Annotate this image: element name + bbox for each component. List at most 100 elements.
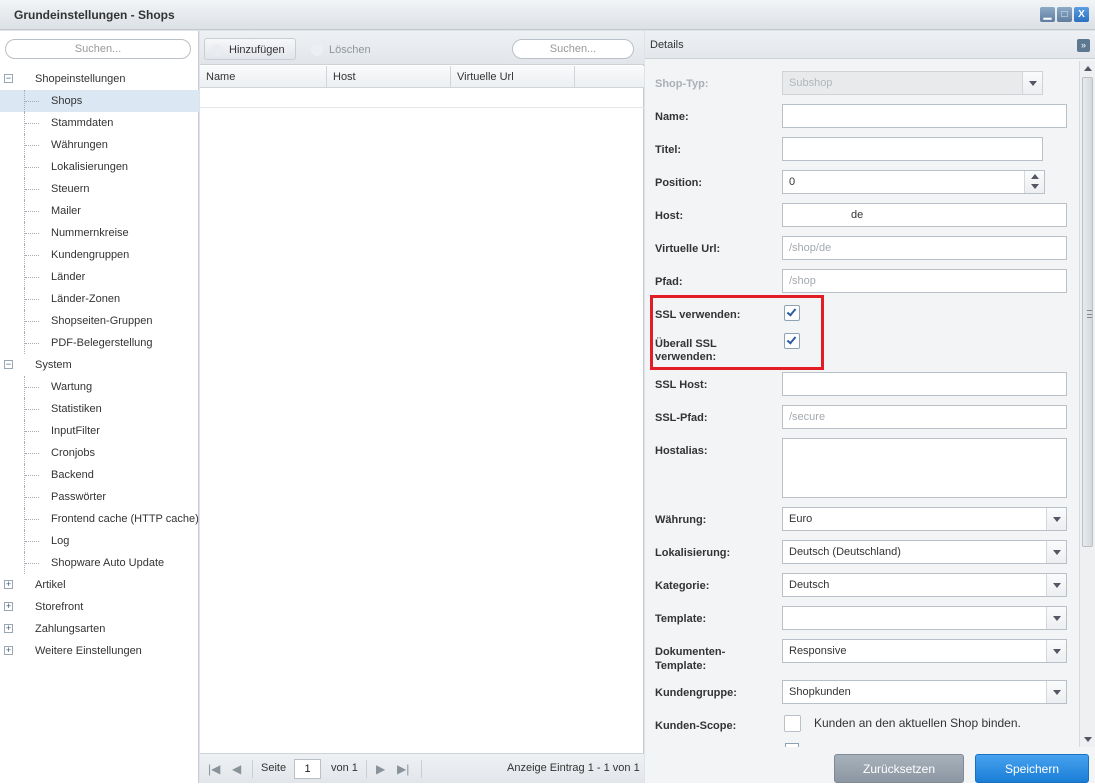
ssl-host-field[interactable] — [782, 372, 1067, 396]
scroll-up-icon[interactable] — [1084, 66, 1092, 71]
tree-item-label: Backend — [51, 469, 94, 481]
host-field[interactable]: de — [782, 203, 1067, 227]
expand-icon[interactable]: + — [4, 580, 13, 589]
currency-select[interactable]: Euro — [782, 507, 1067, 531]
position-stepper[interactable]: 0 — [782, 170, 1045, 194]
tree-item[interactable]: Shops — [0, 90, 199, 112]
tree-item[interactable]: Lokalisierungen — [0, 156, 199, 178]
customer-group-select[interactable]: Shopkunden — [782, 680, 1067, 704]
page-number-input[interactable]: 1 — [294, 759, 321, 779]
customer-scope-label: Kunden-Scope: — [655, 720, 737, 732]
name-field[interactable] — [782, 104, 1067, 128]
tree-item[interactable]: Länder — [0, 266, 199, 288]
tree-item[interactable]: InputFilter — [0, 420, 199, 442]
tree-connector — [24, 376, 44, 398]
tree-group[interactable]: + Storefront — [0, 596, 199, 618]
tree-item[interactable]: PDF-Belegerstellung — [0, 332, 199, 354]
add-button[interactable]: Hinzufügen — [204, 38, 296, 60]
doc-template-select[interactable]: Responsive — [782, 639, 1067, 663]
tree-search-input[interactable]: Suchen... — [5, 39, 191, 59]
chevron-down-icon[interactable] — [1046, 640, 1066, 662]
close-icon[interactable]: X — [1074, 7, 1089, 22]
grid-header: Name Host Virtuelle Url — [200, 66, 644, 88]
table-row[interactable] — [200, 88, 644, 108]
tree-group[interactable]: + Artikel — [0, 574, 199, 596]
tree-item-label: Weitere Einstellungen — [35, 645, 142, 657]
tree-group[interactable]: + Weitere Einstellungen — [0, 640, 199, 662]
tree-item[interactable]: Shopseiten-Gruppen — [0, 310, 199, 332]
collapse-icon[interactable]: − — [4, 74, 13, 83]
tree-connector — [24, 398, 44, 420]
tree-item[interactable]: Log — [0, 530, 199, 552]
chevron-down-icon[interactable] — [1046, 607, 1066, 629]
window-title: Grundeinstellungen - Shops — [14, 8, 175, 22]
hostalias-textarea[interactable] — [782, 438, 1067, 498]
tree-item-label: InputFilter — [51, 425, 100, 437]
delete-button[interactable]: Löschen — [304, 38, 382, 60]
customer-scope-checkbox[interactable] — [784, 715, 801, 732]
chevron-down-icon[interactable] — [1046, 541, 1066, 563]
tree-item[interactable]: Frontend cache (HTTP cache) — [0, 508, 199, 530]
details-panel: Details » Shop-Typ: Subshop Name: Titel:… — [645, 31, 1095, 783]
reset-button[interactable]: Zurücksetzen — [834, 754, 964, 783]
tree-item[interactable]: Stammdaten — [0, 112, 199, 134]
path-field[interactable]: /shop — [782, 269, 1067, 293]
tree-item[interactable]: Cronjobs — [0, 442, 199, 464]
expand-icon[interactable]: + — [4, 602, 13, 611]
collapse-icon[interactable]: » — [1077, 39, 1090, 52]
expand-icon[interactable]: + — [4, 646, 13, 655]
scrollbar-thumb[interactable] — [1082, 77, 1093, 547]
scroll-down-icon[interactable] — [1084, 737, 1092, 742]
details-title: Details — [650, 39, 684, 51]
delete-icon — [311, 44, 323, 56]
chevron-down-icon[interactable] — [1046, 574, 1066, 596]
column-header-name[interactable]: Name — [200, 66, 327, 88]
currency-value: Euro — [789, 513, 813, 525]
tree-item[interactable]: Backend — [0, 464, 199, 486]
template-select[interactable] — [782, 606, 1067, 630]
tree-item[interactable]: Passwörter — [0, 486, 199, 508]
locale-select[interactable]: Deutsch (Deutschland) — [782, 540, 1067, 564]
ssl-path-field[interactable]: /secure — [782, 405, 1067, 429]
tree-item-label: Nummernkreise — [51, 227, 129, 239]
virtual-url-field[interactable]: /shop/de — [782, 236, 1067, 260]
minimize-icon[interactable]: ▁ — [1040, 7, 1055, 22]
stepper-arrows-icon[interactable] — [1024, 171, 1044, 193]
details-scrollbar[interactable] — [1079, 61, 1095, 747]
last-page-icon[interactable]: ▶| — [397, 762, 409, 776]
tree-group[interactable]: − System — [0, 354, 199, 376]
save-button[interactable]: Speichern — [975, 754, 1089, 783]
tree-item[interactable]: Statistiken — [0, 398, 199, 420]
tree-item[interactable]: Länder-Zonen — [0, 288, 199, 310]
window-titlebar[interactable]: Grundeinstellungen - Shops ▁ □ X — [0, 0, 1095, 30]
tree-item-label: Passwörter — [51, 491, 107, 503]
tree-item[interactable]: Kundengruppen — [0, 244, 199, 266]
column-header-host[interactable]: Host — [327, 66, 451, 88]
column-header-virtual-url[interactable]: Virtuelle Url — [451, 66, 575, 88]
collapse-icon[interactable]: − — [4, 360, 13, 369]
tree-group[interactable]: − Shopeinstellungen — [0, 68, 199, 90]
ssl-path-label: SSL-Pfad: — [655, 412, 708, 424]
chevron-down-icon[interactable] — [1046, 681, 1066, 703]
tree-item-label: Länder-Zonen — [51, 293, 121, 305]
chevron-down-icon[interactable] — [1046, 508, 1066, 530]
first-page-icon[interactable]: |◀ — [208, 762, 220, 776]
tree-group[interactable]: + Zahlungsarten — [0, 618, 199, 640]
title-field[interactable] — [782, 137, 1043, 161]
tree-item[interactable]: Steuern — [0, 178, 199, 200]
tree-item[interactable]: Währungen — [0, 134, 199, 156]
grid-pager: |◀ ◀ Seite 1 von 1 ▶ ▶| Anzeige Eintrag … — [200, 753, 644, 783]
tree-item[interactable]: Mailer — [0, 200, 199, 222]
tree-item[interactable]: Nummernkreise — [0, 222, 199, 244]
maximize-icon[interactable]: □ — [1057, 7, 1072, 22]
grid-search-input[interactable]: Suchen... — [512, 39, 634, 59]
tree-item[interactable]: Wartung — [0, 376, 199, 398]
tree-item-label: Länder — [51, 271, 86, 283]
prev-page-icon[interactable]: ◀ — [232, 762, 241, 776]
tree-connector — [24, 332, 44, 354]
tree-connector — [24, 200, 44, 222]
next-page-icon[interactable]: ▶ — [376, 762, 385, 776]
tree-item[interactable]: Shopware Auto Update — [0, 552, 199, 574]
category-select[interactable]: Deutsch — [782, 573, 1067, 597]
expand-icon[interactable]: + — [4, 624, 13, 633]
